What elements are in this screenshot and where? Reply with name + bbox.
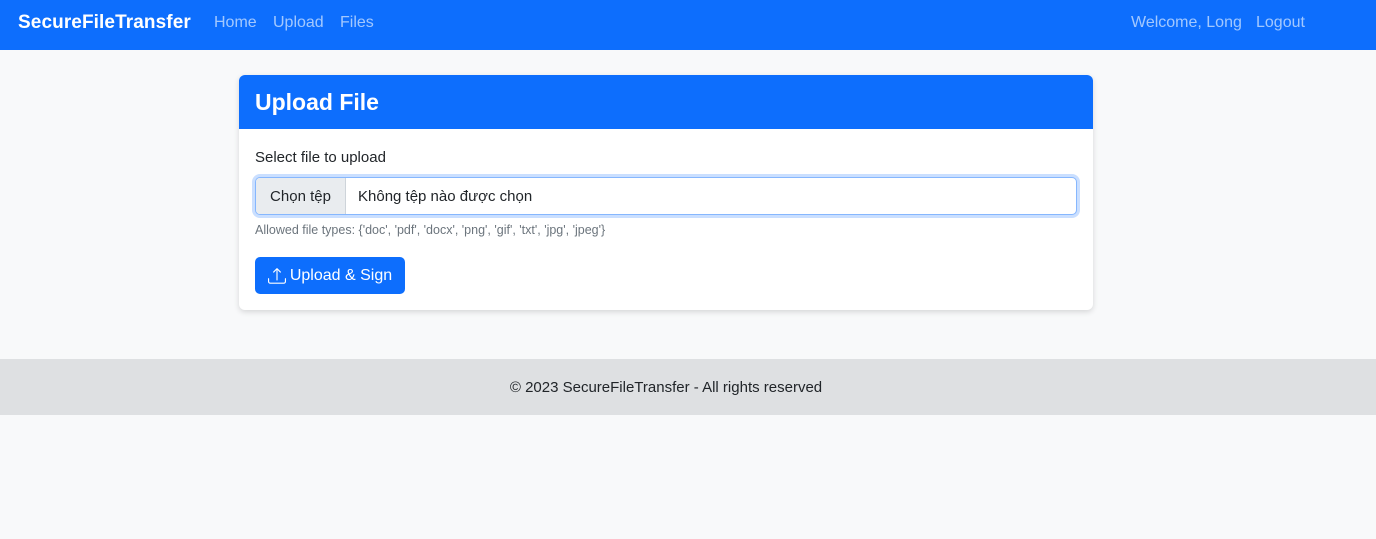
upload-icon [267, 267, 286, 285]
card-header: Upload File [239, 75, 1093, 129]
upload-card: Upload File Select file to upload Chọn t… [239, 75, 1093, 310]
file-label: Select file to upload [255, 149, 386, 166]
navbar: SecureFileTransfer Home Upload Files Wel… [0, 0, 1376, 50]
footer-copyright: © 2023 SecureFileTransfer - All rights r… [509, 378, 823, 396]
nav-link-home[interactable]: Home [214, 14, 257, 32]
card-title: Upload File [255, 88, 379, 115]
brand-link[interactable]: SecureFileTransfer [18, 12, 191, 34]
upload-sign-label: Upload & Sign [289, 266, 393, 284]
footer: © 2023 SecureFileTransfer - All rights r… [0, 359, 1376, 415]
logout-link[interactable]: Logout [1256, 14, 1305, 32]
welcome-text[interactable]: Welcome, Long [1131, 14, 1242, 32]
upload-sign-button[interactable]: Upload & Sign [255, 257, 405, 294]
allowed-types-help: Allowed file types: {'doc', 'pdf', 'docx… [255, 223, 606, 237]
file-status-text: Không tệp nào được chọn [358, 187, 533, 205]
file-input[interactable]: Chọn tệp Không tệp nào được chọn [255, 177, 1077, 215]
choose-file-button[interactable]: Chọn tệp [256, 178, 346, 214]
nav-link-files[interactable]: Files [340, 14, 374, 32]
nav-link-upload[interactable]: Upload [273, 14, 324, 32]
